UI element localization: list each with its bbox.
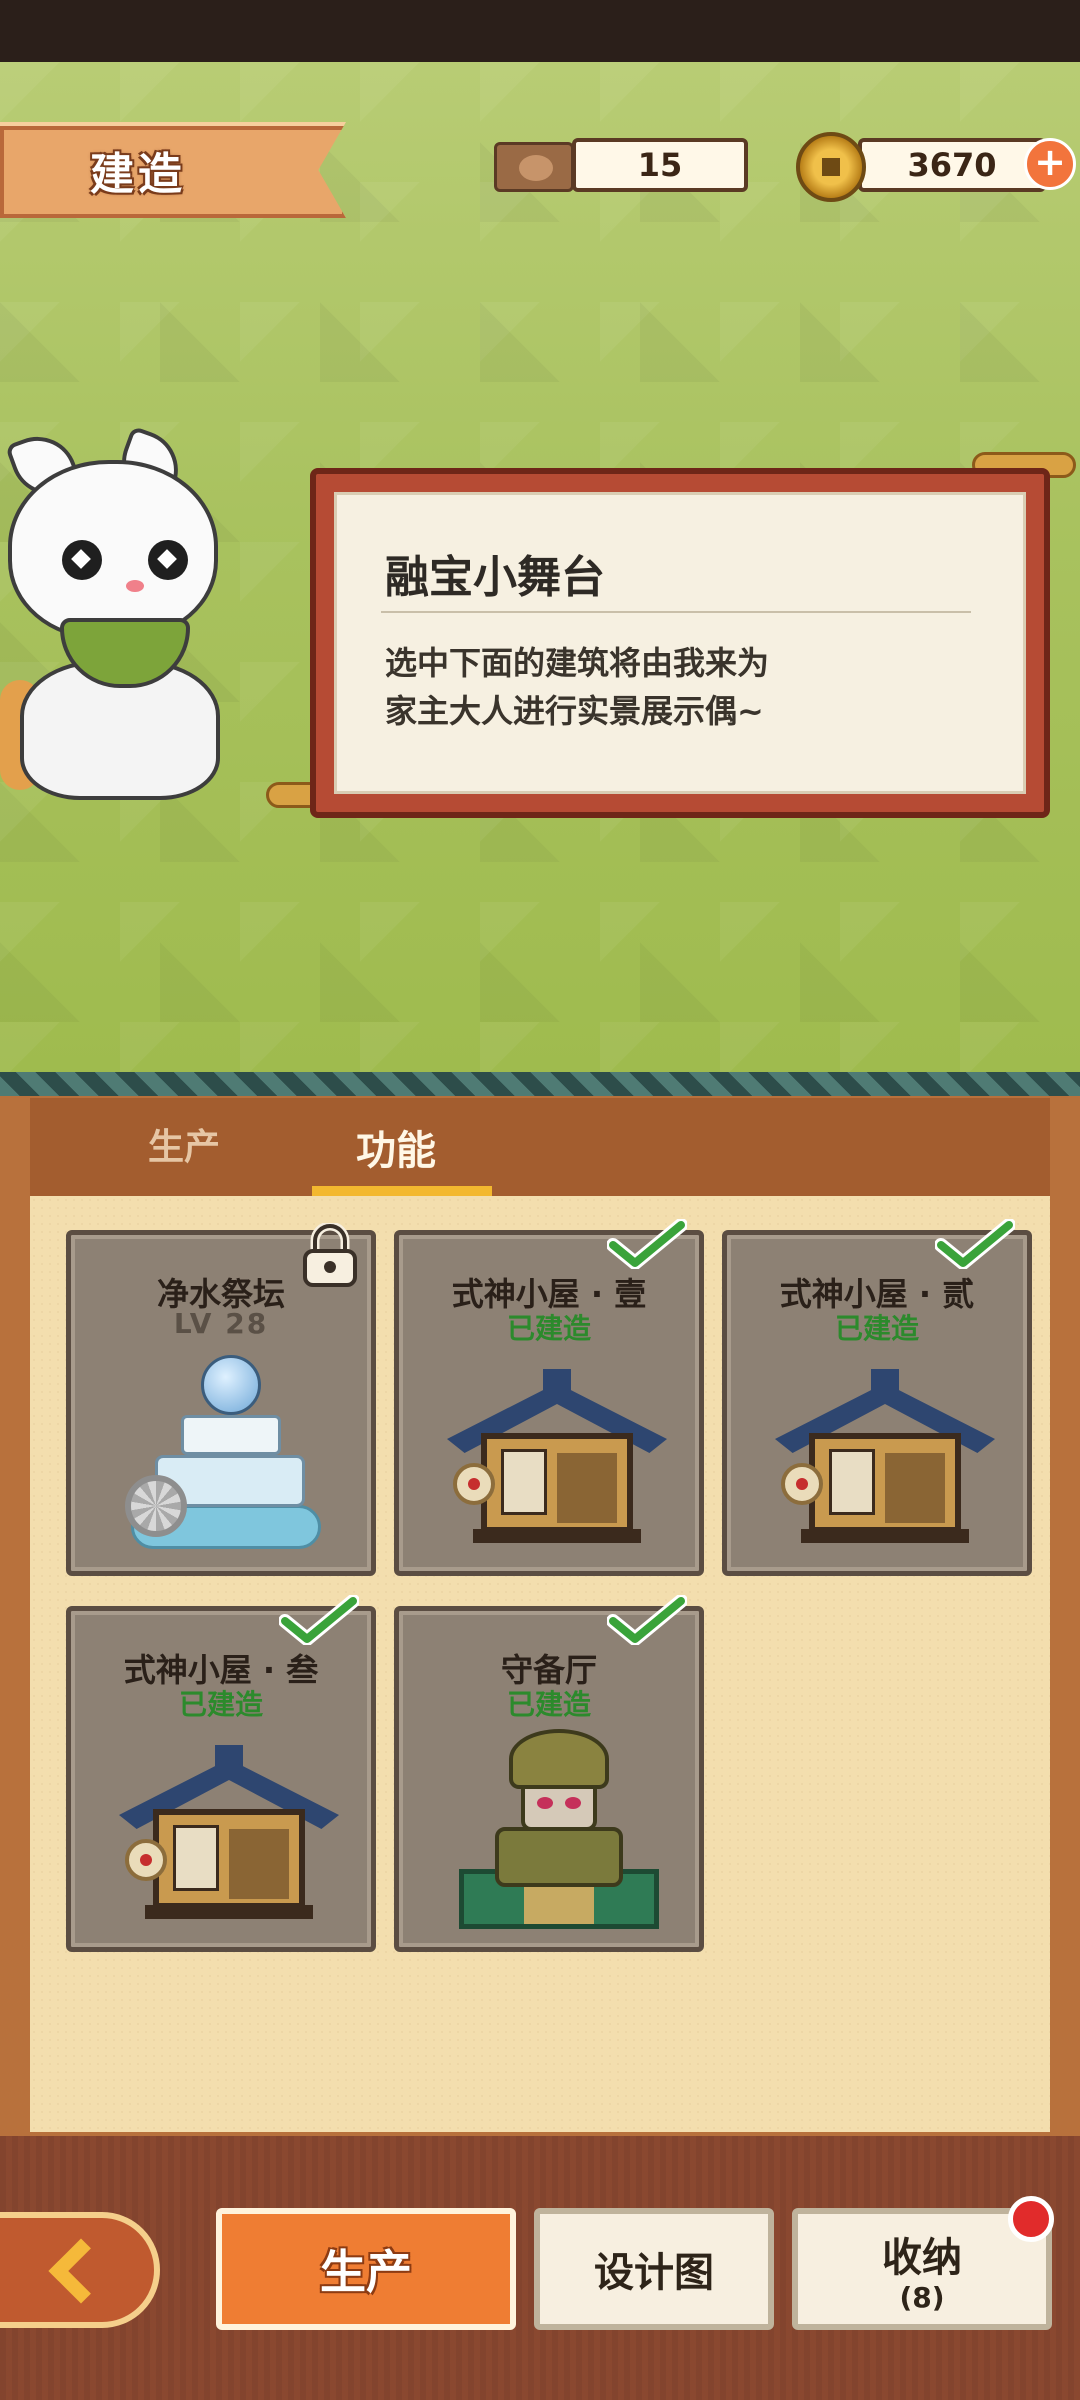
tab-production[interactable]: 生产 [148,1118,220,1170]
building-card-shikigami-house-1[interactable]: 式神小屋 · 壹 已建造 [394,1219,704,1576]
storage-count: (8) [899,2281,945,2314]
notification-dot [1008,2196,1054,2242]
page-title: 建造 [90,149,186,200]
tab-function[interactable]: 功能 [356,1118,436,1176]
back-arrow-icon [48,2238,114,2304]
cat-mascot [0,425,240,810]
dialog-board: 融宝小舞台 选中下面的建筑将由我来为 家主大人进行实景展示偶~ [310,468,1050,818]
built-status: 已建造 [506,1688,591,1721]
built-status: 已建造 [834,1312,919,1345]
guard-hall-icon [459,1729,659,1929]
divider [381,611,971,613]
dialog-text: 选中下面的建筑将由我来为 家主大人进行实景展示偶~ [385,644,770,730]
lock-icon [303,1223,357,1287]
building-card-shikigami-house-3[interactable]: 式神小屋 · 叁 已建造 [66,1595,376,1952]
shikigami-house-icon [119,1729,339,1929]
storage-label: 收纳 [882,2235,962,2281]
building-card-shikigami-house-2[interactable]: 式神小屋 · 贰 已建造 [722,1219,1032,1576]
checkmark-icon [607,1595,687,1645]
dialog-title: 融宝小舞台 [385,552,605,603]
wood-amount: 15 [572,138,748,192]
status-bar [0,0,1080,62]
coin-icon [796,132,866,202]
coin-amount: 3670 [858,138,1046,192]
active-tab-indicator [312,1186,492,1196]
wood-resource-icon [494,142,574,192]
produce-label: 生产 [320,2245,412,2299]
shikigami-house-icon [775,1353,995,1553]
built-status: 已建造 [506,1312,591,1345]
building-level: LV 28 [173,1307,269,1340]
checkmark-icon [279,1595,359,1645]
building-card-guard-hall[interactable]: 守备厅 已建造 [394,1595,704,1952]
blueprint-label: 设计图 [594,2250,714,2296]
add-coin-button[interactable]: + [1024,138,1076,190]
fountain-icon [125,1355,321,1555]
back-button[interactable] [0,2212,160,2328]
building-card-fountain[interactable]: 净水祭坛 LV 28 [66,1223,376,1576]
panel-trim [0,1072,1080,1096]
built-status: 已建造 [178,1688,263,1721]
checkmark-icon [935,1219,1015,1269]
checkmark-icon [607,1219,687,1269]
shikigami-house-icon [447,1353,667,1553]
building-grid: 净水祭坛 LV 28 式神小屋 · 壹 已建造 式神小屋 · 贰 已建造 式神小… [30,1196,1050,2132]
blueprint-button[interactable]: 设计图 [534,2208,774,2330]
produce-button[interactable]: 生产 [216,2208,516,2330]
